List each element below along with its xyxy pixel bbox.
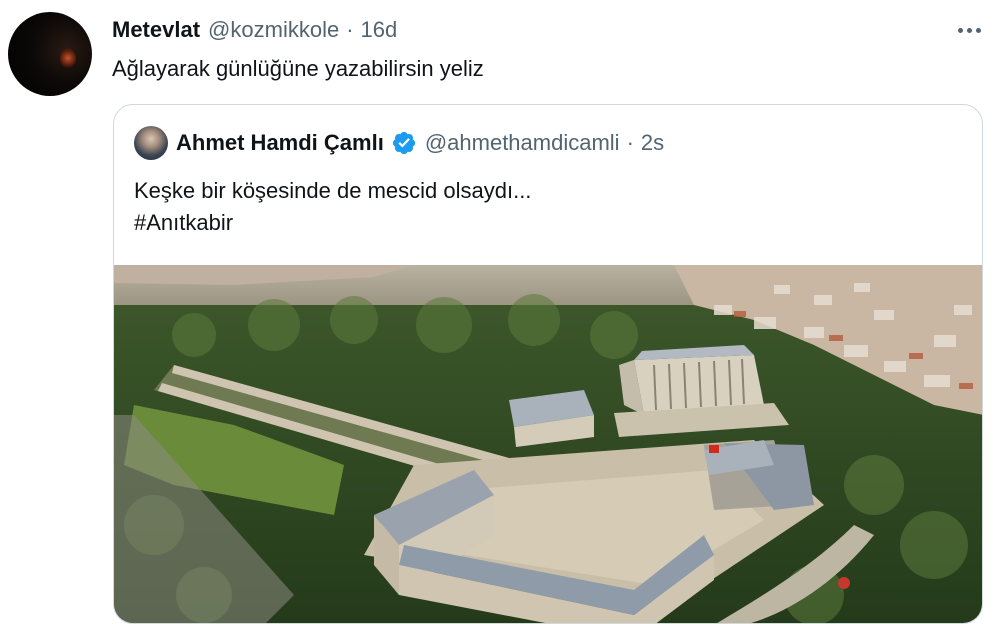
quoted-tweet-timestamp[interactable]: 2s <box>641 130 664 156</box>
header-separator: · <box>346 17 354 42</box>
tweet-header: Metevlat @kozmikkole · 16d <box>112 14 397 46</box>
tweet-timestamp[interactable]: 16d <box>361 17 398 43</box>
quoted-text-line: Keşke bir köşesinde de mescid olsaydı... <box>134 178 532 203</box>
more-dot <box>966 27 972 33</box>
quoted-tweet-card[interactable]: Ahmet Hamdi Çamlı @ahmethamdicamli · 2s … <box>113 104 983 624</box>
quoted-tweet-photo[interactable] <box>114 265 982 623</box>
tweet-text: Ağlayarak günlüğüne yazabilirsin yeliz <box>112 56 484 81</box>
avatar-glint <box>60 48 76 68</box>
quoted-author-name[interactable]: Ahmet Hamdi Çamlı <box>176 130 384 156</box>
author-name[interactable]: Metevlat <box>112 17 200 43</box>
author-avatar[interactable] <box>8 12 92 96</box>
quoted-hashtag[interactable]: #Anıtkabir <box>134 207 531 239</box>
author-handle[interactable]: @kozmikkole <box>208 17 339 43</box>
quoted-author-handle[interactable]: @ahmethamdicamli <box>425 130 620 156</box>
more-dot <box>957 27 963 33</box>
quoted-tweet-header: Ahmet Hamdi Çamlı @ahmethamdicamli · 2s <box>176 127 664 159</box>
more-dot <box>975 27 981 33</box>
quoted-tweet-text: Keşke bir köşesinde de mescid olsaydı...… <box>134 175 531 239</box>
quoted-author-avatar[interactable] <box>134 126 168 160</box>
anitkabir-aerial-photo <box>114 265 982 623</box>
quoted-header-separator: · <box>626 130 634 155</box>
verified-badge-icon <box>392 131 415 155</box>
more-horizontal-icon[interactable] <box>950 15 988 45</box>
